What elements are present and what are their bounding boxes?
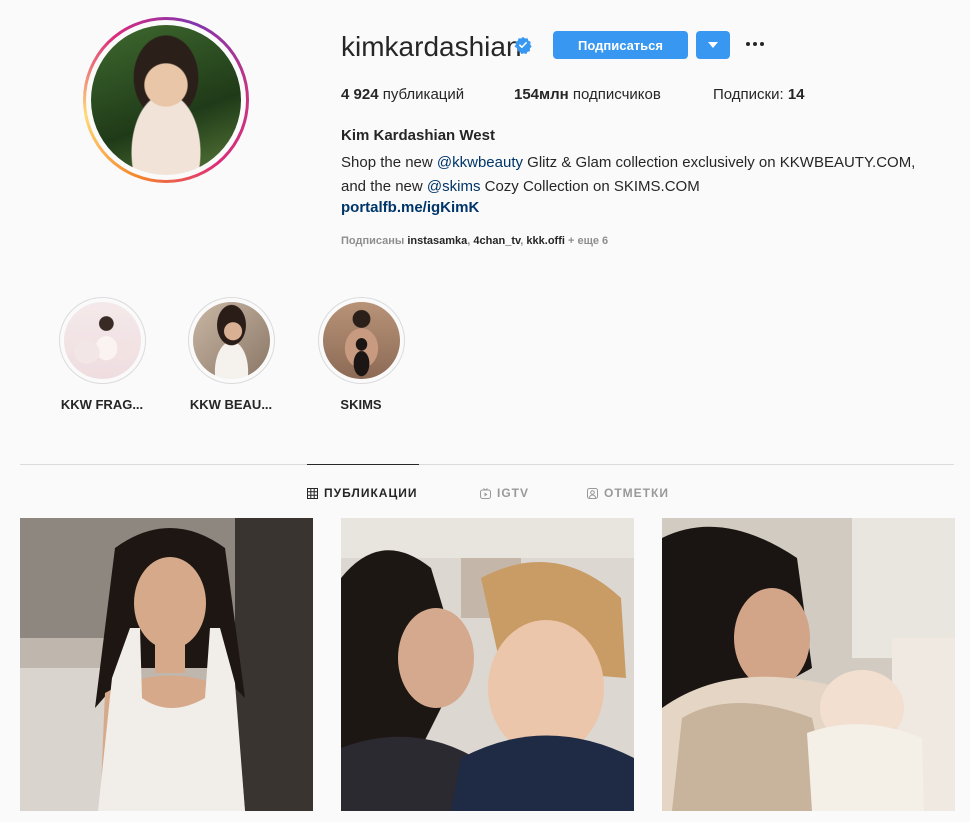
tab-igtv[interactable]: IGTV (480, 486, 529, 500)
mention-link-skims[interactable]: @skims (427, 178, 481, 195)
post-thumbnail[interactable] (662, 518, 955, 811)
tabs-divider (20, 464, 954, 465)
following-count[interactable]: Подписки: 14 (713, 86, 805, 103)
post-thumbnail[interactable] (341, 518, 634, 811)
post-image (341, 518, 634, 811)
followed-by[interactable]: Подписаны instasamka, 4chan_tv, kkk.offi… (341, 235, 608, 247)
highlight-label: SKIMS (340, 397, 382, 412)
active-tab-indicator (307, 464, 419, 465)
highlight-kkw-beauty[interactable]: KKW BEAU... (181, 297, 281, 412)
follow-button[interactable]: Подписаться (553, 31, 688, 59)
post-image (662, 518, 955, 811)
highlight-label: KKW BEAU... (189, 397, 273, 412)
followers-count[interactable]: 154млн подписчиков (514, 86, 661, 103)
highlight-thumbnail (63, 302, 141, 379)
profile-avatar[interactable] (83, 17, 249, 183)
bio: Shop the new @kkwbeauty Glitz & Glam col… (341, 154, 916, 195)
mention-link-kkwbeauty[interactable]: @kkwbeauty (437, 154, 523, 171)
full-name: Kim Kardashian West (341, 127, 495, 144)
username: kimkardashian (341, 31, 522, 62)
bio-website-link[interactable]: portalfb.me/igKimK (341, 199, 479, 216)
igtv-icon (480, 487, 491, 499)
more-options-icon[interactable] (744, 34, 766, 54)
tab-tagged[interactable]: ОТМЕТКИ (587, 486, 669, 500)
highlight-kkw-fragrance[interactable]: KKW FRAG... (52, 297, 152, 412)
tab-posts[interactable]: ПУБЛИКАЦИИ (307, 486, 417, 500)
suggestions-dropdown-button[interactable] (696, 31, 730, 59)
verified-badge-icon (514, 36, 532, 54)
post-thumbnail[interactable] (20, 518, 313, 811)
post-image (20, 518, 313, 811)
highlight-thumbnail (192, 302, 270, 379)
avatar-image (91, 25, 241, 175)
tagged-icon (587, 487, 598, 499)
highlight-thumbnail (322, 302, 400, 379)
caret-down-icon (708, 42, 718, 48)
highlight-label: KKW FRAG... (60, 397, 144, 412)
grid-icon (307, 487, 318, 499)
highlight-skims[interactable]: SKIMS (311, 297, 411, 412)
posts-count: 4 924 публикаций (341, 86, 465, 103)
